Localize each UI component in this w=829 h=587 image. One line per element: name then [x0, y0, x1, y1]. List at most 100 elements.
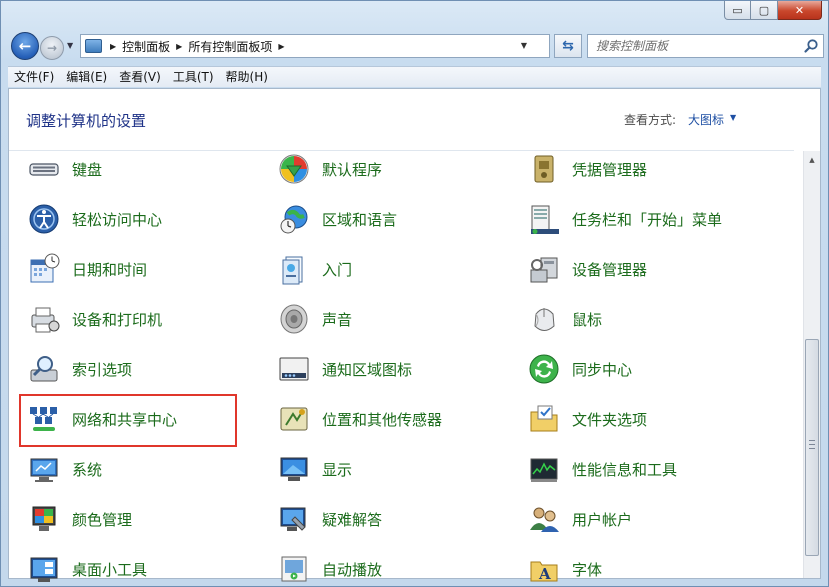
breadcrumb-all-items[interactable]: 所有控制面板项 [188, 38, 272, 55]
control-panel-item-label[interactable]: 日期和时间 [72, 259, 147, 280]
forward-button[interactable]: → [40, 36, 64, 60]
menu-tools[interactable]: 工具(T) [167, 67, 220, 88]
navigation-bar: ← → ▼ ▶ 控制面板 ▶ 所有控制面板项 ▶ ▼ ⇆ [9, 31, 824, 61]
date-time-icon [27, 252, 61, 286]
control-panel-item[interactable]: 键盘 [27, 151, 102, 187]
control-panel-item[interactable]: 系统 [27, 451, 102, 487]
control-panel-item-label[interactable]: 键盘 [72, 159, 102, 180]
control-panel-item-label[interactable]: 网络和共享中心 [72, 409, 177, 430]
view-by-dropdown[interactable]: 大图标 [688, 111, 724, 128]
control-panel-item[interactable]: 疑难解答 [277, 501, 382, 537]
recent-pages-dropdown[interactable]: ▼ [67, 41, 73, 50]
default-programs-icon [277, 152, 311, 186]
refresh-button[interactable]: ⇆ [554, 34, 582, 58]
troubleshooting-icon [277, 502, 311, 536]
control-panel-item-label[interactable]: 区域和语言 [322, 209, 397, 230]
breadcrumb-separator-icon[interactable]: ▶ [110, 42, 116, 51]
control-panel-item[interactable]: 同步中心 [527, 351, 632, 387]
control-panel-item[interactable]: 默认程序 [277, 151, 382, 187]
breadcrumb-control-panel[interactable]: 控制面板 [122, 38, 170, 55]
control-panel-item[interactable]: 声音 [277, 301, 352, 337]
device-manager-icon [527, 252, 561, 286]
vertical-scrollbar[interactable]: ▲ [803, 151, 820, 578]
autoplay-icon [277, 552, 311, 582]
control-panel-item[interactable]: A 字体 [527, 551, 602, 582]
close-button[interactable]: ✕ [778, 1, 822, 20]
control-panel-item[interactable]: 自动播放 [277, 551, 382, 582]
control-panel-item[interactable]: 日期和时间 [27, 251, 147, 287]
control-panel-item[interactable]: 颜色管理 [27, 501, 132, 537]
color-management-icon [27, 502, 61, 536]
control-panel-item-label[interactable]: 显示 [322, 459, 352, 480]
control-panel-item[interactable]: 用户帐户 [527, 501, 632, 537]
control-panel-item[interactable]: 轻松访问中心 [27, 201, 162, 237]
control-panel-item-label[interactable]: 文件夹选项 [572, 409, 647, 430]
control-panel-item[interactable]: 凭据管理器 [527, 151, 647, 187]
scroll-thumb[interactable] [805, 339, 819, 556]
minimize-button[interactable]: ▭ [724, 1, 751, 20]
taskbar-start-menu-icon [527, 202, 561, 236]
window-frame: ▭ ▢ ✕ ← → ▼ ▶ 控制面板 ▶ 所有控制面板项 ▶ ▼ ⇆ 文件(F)… [0, 0, 829, 587]
search-input[interactable] [596, 39, 796, 53]
control-panel-item[interactable]: 区域和语言 [277, 201, 397, 237]
arrow-right-icon: → [46, 41, 58, 55]
chevron-down-icon[interactable]: ▼ [730, 113, 736, 122]
control-panel-item-label[interactable]: 设备管理器 [572, 259, 647, 280]
breadcrumb-separator-icon[interactable]: ▶ [278, 42, 284, 51]
control-panel-item[interactable]: 设备和打印机 [27, 301, 162, 337]
address-bar[interactable]: ▶ 控制面板 ▶ 所有控制面板项 ▶ ▼ [80, 34, 550, 58]
control-panel-item[interactable]: 性能信息和工具 [527, 451, 677, 487]
control-panel-item-label[interactable]: 位置和其他传感器 [322, 409, 442, 430]
control-panel-item-label[interactable]: 通知区域图标 [322, 359, 412, 380]
control-panel-item-label[interactable]: 鼠标 [572, 309, 602, 330]
search-icon[interactable] [803, 38, 819, 54]
control-panel-item-label[interactable]: 疑难解答 [322, 509, 382, 530]
arrow-left-icon: ← [18, 37, 32, 55]
breadcrumb-separator-icon[interactable]: ▶ [176, 42, 182, 51]
control-panel-item-label[interactable]: 入门 [322, 259, 352, 280]
control-panel-item-label[interactable]: 系统 [72, 459, 102, 480]
control-panel-item-label[interactable]: 设备和打印机 [72, 309, 162, 330]
control-panel-item[interactable]: 鼠标 [527, 301, 602, 337]
address-history-dropdown[interactable]: ▼ [521, 41, 527, 50]
menu-view[interactable]: 查看(V) [113, 67, 167, 88]
control-panel-item[interactable]: 通知区域图标 [277, 351, 412, 387]
control-panel-item-label[interactable]: 轻松访问中心 [72, 209, 162, 230]
control-panel-item[interactable]: 网络和共享中心 [27, 401, 177, 437]
system-icon [27, 452, 61, 486]
control-panel-item[interactable]: 桌面小工具 [27, 551, 147, 582]
control-panel-item-label[interactable]: 桌面小工具 [72, 559, 147, 580]
control-panel-item-label[interactable]: 任务栏和「开始」菜单 [572, 209, 722, 230]
control-panel-item[interactable]: 显示 [277, 451, 352, 487]
sync-center-icon [527, 352, 561, 386]
menu-edit[interactable]: 编辑(E) [60, 67, 113, 88]
search-box[interactable] [587, 34, 824, 58]
page-title: 调整计算机的设置 [26, 112, 147, 130]
maximize-icon: ▢ [758, 3, 770, 17]
control-panel-item[interactable]: 任务栏和「开始」菜单 [527, 201, 722, 237]
menu-file[interactable]: 文件(F) [8, 67, 60, 88]
control-panel-item-label[interactable]: 凭据管理器 [572, 159, 647, 180]
control-panel-item-label[interactable]: 用户帐户 [572, 509, 632, 530]
control-panel-item[interactable]: 入门 [277, 251, 352, 287]
scroll-up-button[interactable]: ▲ [804, 151, 820, 168]
control-panel-item[interactable]: 文件夹选项 [527, 401, 647, 437]
control-panel-item[interactable]: 索引选项 [27, 351, 132, 387]
panel-header: 调整计算机的设置 查看方式: 大图标 ▼ [9, 89, 820, 152]
minimize-icon: ▭ [732, 3, 743, 17]
control-panel-item-label[interactable]: 索引选项 [72, 359, 132, 380]
control-panel-item-label[interactable]: 声音 [322, 309, 352, 330]
display-icon [277, 452, 311, 486]
chevron-up-icon: ▲ [809, 155, 815, 164]
menu-help[interactable]: 帮助(H) [220, 67, 274, 88]
control-panel-item-label[interactable]: 性能信息和工具 [572, 459, 677, 480]
control-panel-item-label[interactable]: 自动播放 [322, 559, 382, 580]
control-panel-item[interactable]: 位置和其他传感器 [277, 401, 442, 437]
back-button[interactable]: ← [11, 32, 39, 60]
control-panel-item-label[interactable]: 默认程序 [322, 159, 382, 180]
maximize-button[interactable]: ▢ [751, 1, 778, 20]
control-panel-item-label[interactable]: 颜色管理 [72, 509, 132, 530]
control-panel-item-label[interactable]: 同步中心 [572, 359, 632, 380]
control-panel-item-label[interactable]: 字体 [572, 559, 602, 580]
control-panel-item[interactable]: 设备管理器 [527, 251, 647, 287]
